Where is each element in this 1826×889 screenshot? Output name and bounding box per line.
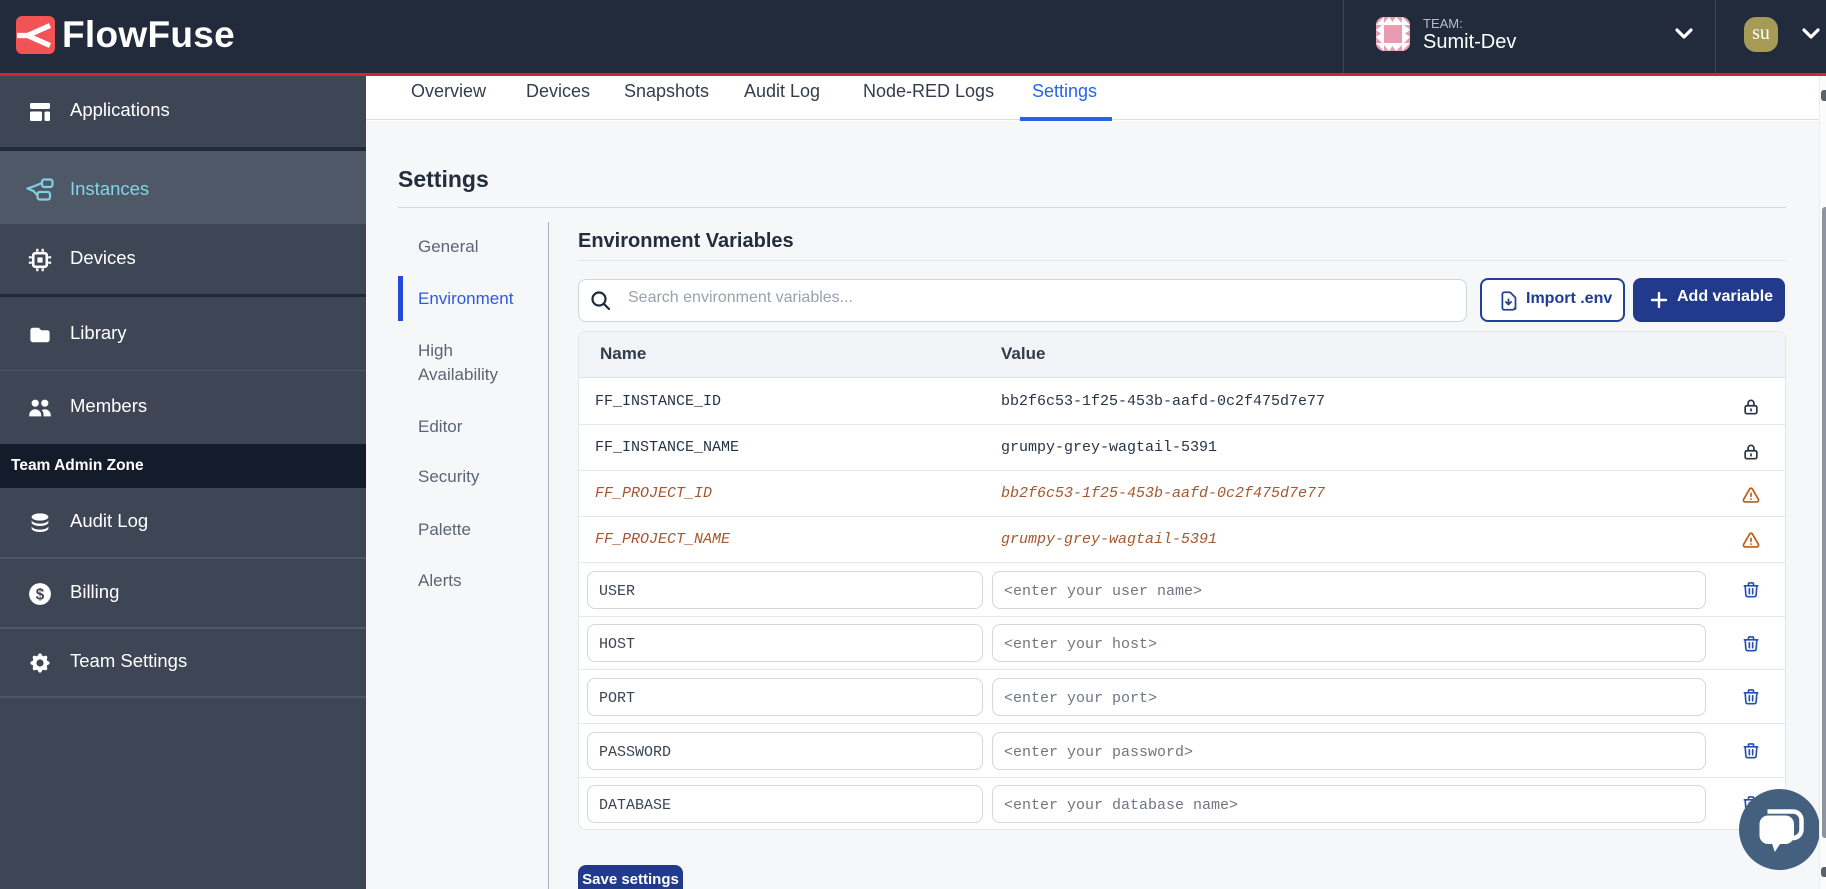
svg-text:$: $ bbox=[36, 586, 45, 603]
